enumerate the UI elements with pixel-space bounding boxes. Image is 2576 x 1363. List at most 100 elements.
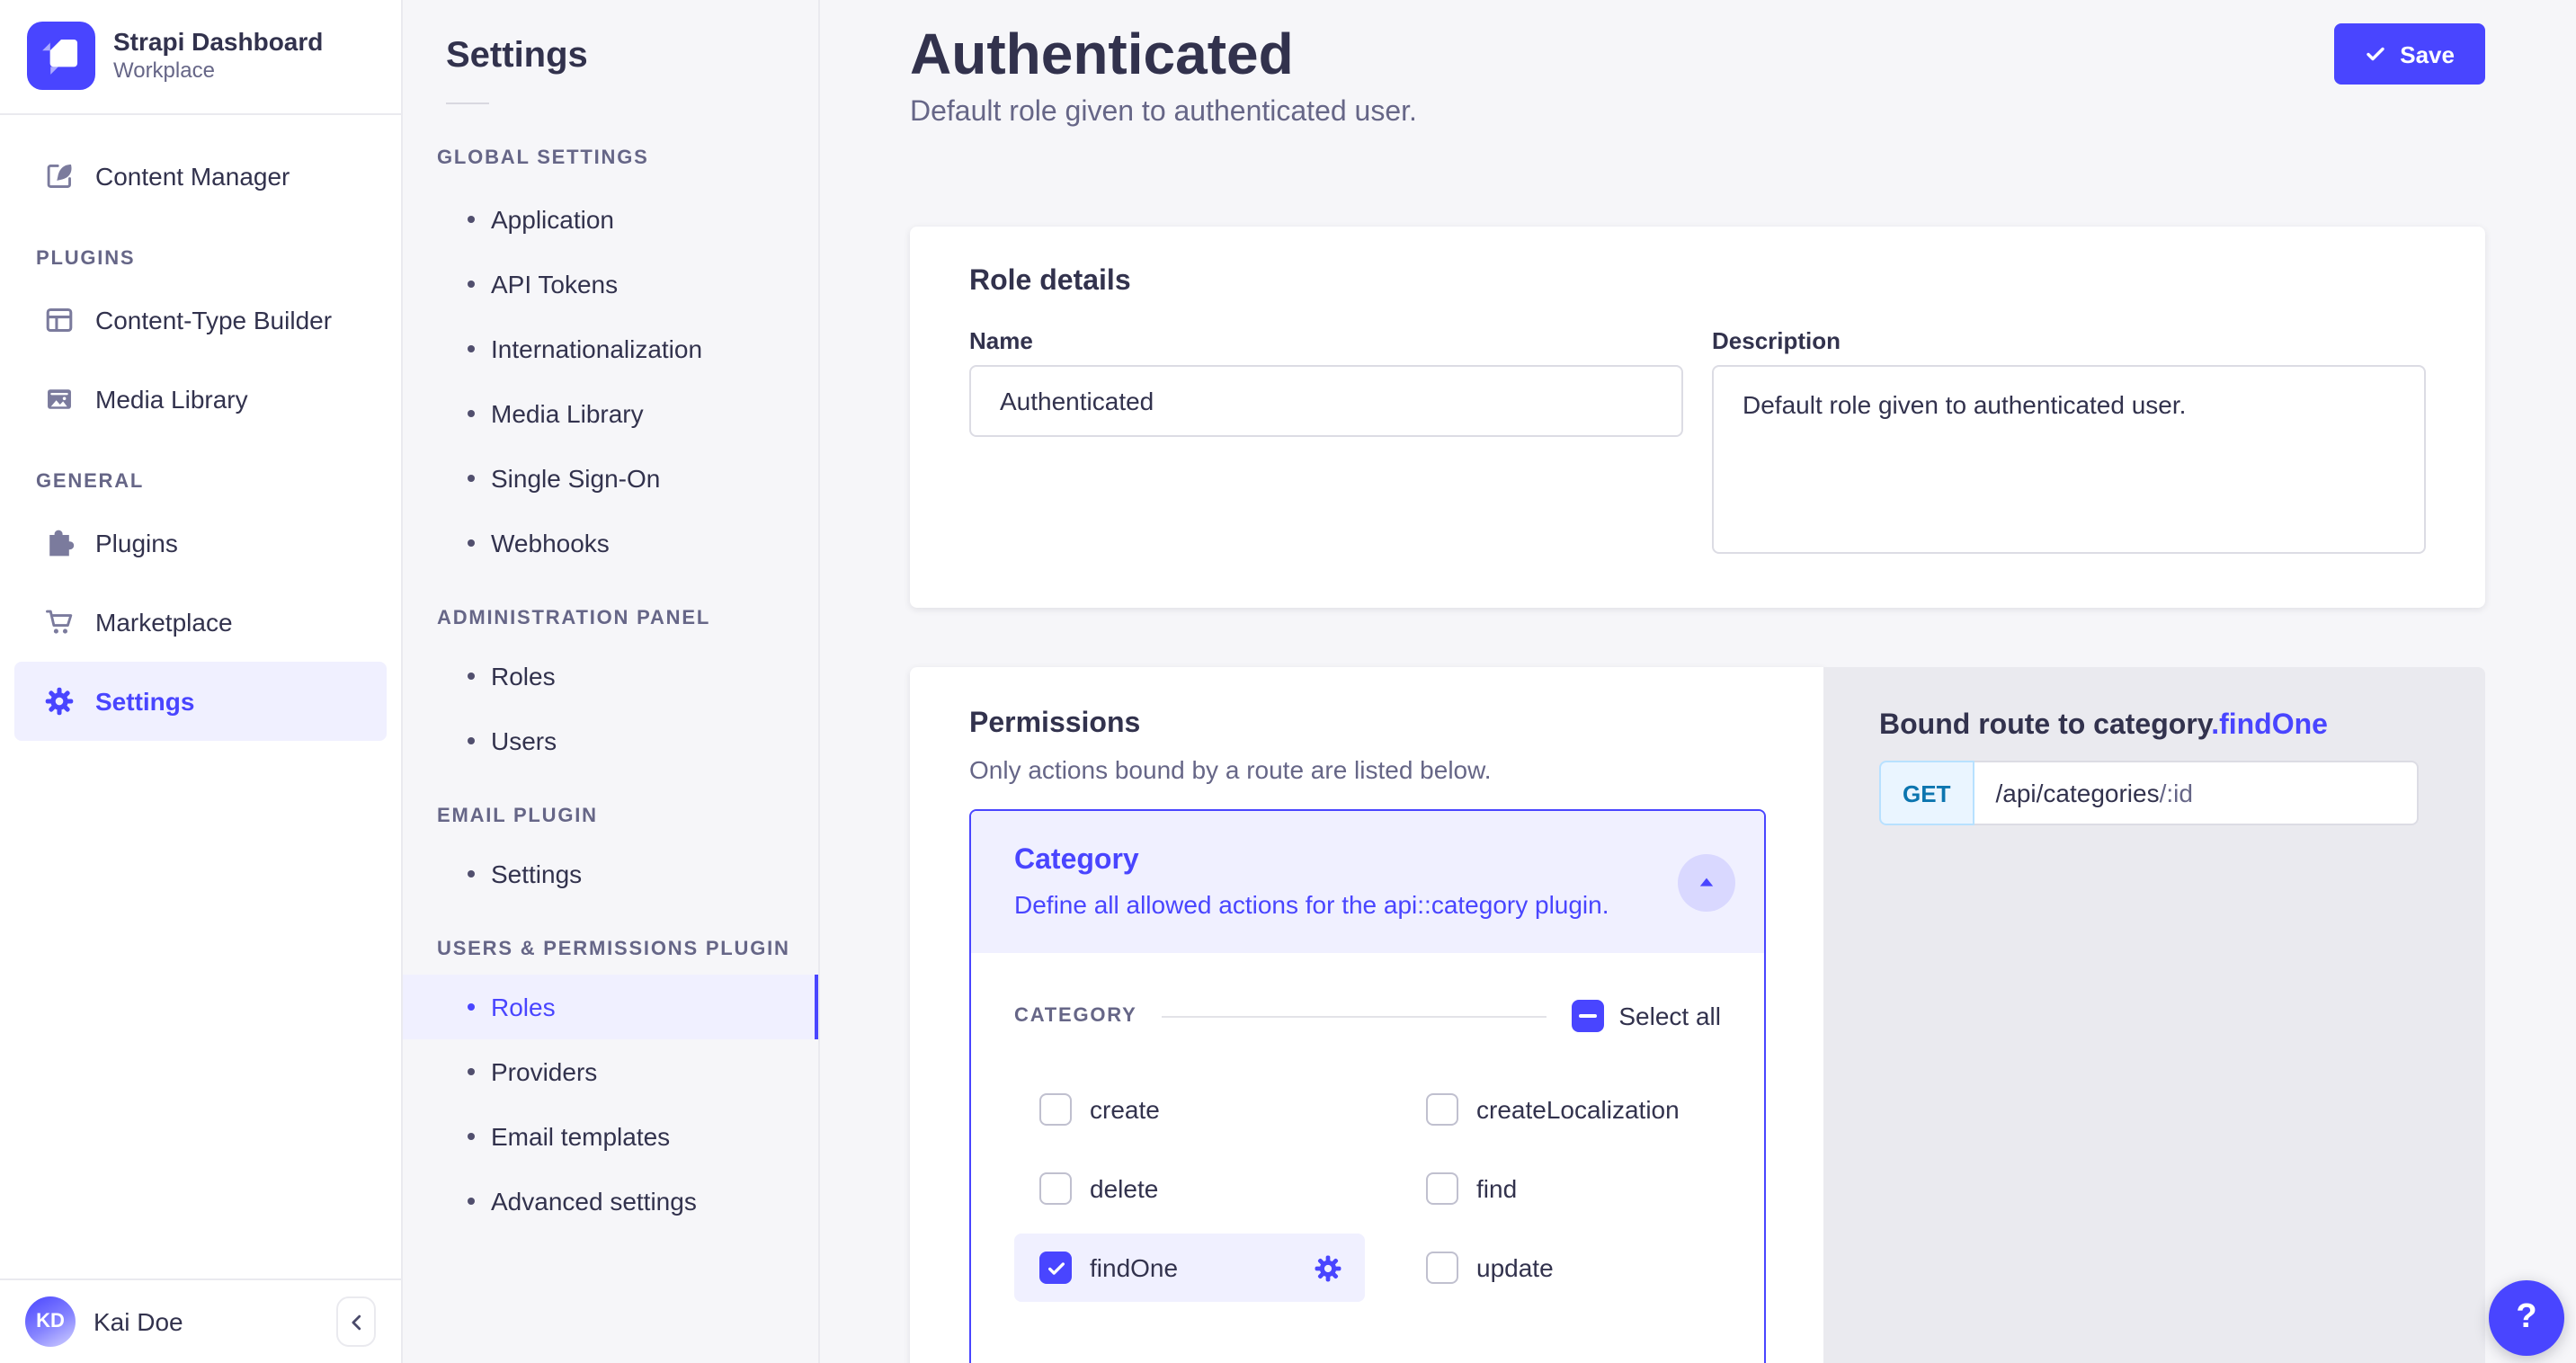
category-accordion-header[interactable]: Category Define all allowed actions for … bbox=[971, 811, 1764, 953]
page-subtitle: Default role given to authenticated user… bbox=[910, 97, 2485, 129]
save-button-label: Save bbox=[2400, 40, 2455, 67]
chevron-up-icon bbox=[1696, 871, 1717, 893]
main-nav: Content Manager PLUGINS Content-Type Bui… bbox=[0, 115, 401, 1278]
subnav-item-admin-users[interactable]: Users bbox=[403, 708, 818, 773]
sidebar-footer: KD Kai Doe bbox=[0, 1278, 401, 1363]
permissions-title: Permissions bbox=[969, 708, 1766, 741]
collapse-sidebar-button[interactable] bbox=[336, 1296, 376, 1347]
bullet-icon bbox=[468, 539, 475, 547]
subnav-item-label: Media Library bbox=[491, 399, 644, 428]
help-button[interactable]: ? bbox=[2489, 1280, 2564, 1356]
findone-settings-button[interactable] bbox=[1313, 1252, 1343, 1283]
name-field-group: Name bbox=[969, 327, 1683, 563]
action-label: findOne bbox=[1090, 1253, 1178, 1282]
select-all-control[interactable]: Select all bbox=[1572, 1000, 1721, 1032]
description-field-group: Description Default role given to authen… bbox=[1712, 327, 2426, 563]
subnav-section-email-plugin: EMAIL PLUGIN bbox=[437, 806, 818, 827]
subnav-section-administration-panel: ADMINISTRATION PANEL bbox=[437, 608, 818, 629]
subnav-item-label: Webhooks bbox=[491, 529, 610, 557]
main-content: Authenticated Save Default role given to… bbox=[820, 0, 2575, 1363]
name-input[interactable] bbox=[969, 365, 1683, 437]
sidebar-section-plugins: PLUGINS bbox=[36, 248, 401, 270]
action-label: createLocalization bbox=[1476, 1095, 1680, 1124]
subnav-item-email-templates[interactable]: Email templates bbox=[403, 1104, 818, 1169]
route-path-base: /api/categories bbox=[1995, 779, 2159, 807]
role-details-title: Role details bbox=[969, 266, 2426, 298]
description-label: Description bbox=[1712, 327, 2426, 354]
action-row-update: update bbox=[1401, 1234, 1721, 1302]
subnav-item-admin-roles[interactable]: Roles bbox=[403, 644, 818, 708]
bullet-icon bbox=[468, 673, 475, 680]
delete-checkbox[interactable] bbox=[1039, 1172, 1072, 1205]
avatar[interactable]: KD bbox=[25, 1296, 76, 1347]
bound-route-panel: Bound route to category.findOne GET /api… bbox=[1823, 667, 2485, 1363]
subnav-item-label: Roles bbox=[491, 993, 556, 1021]
sidebar-item-plugins[interactable]: Plugins bbox=[14, 503, 387, 583]
subnav-item-label: Single Sign-On bbox=[491, 464, 660, 493]
save-button[interactable]: Save bbox=[2333, 23, 2485, 85]
subnav-item-internationalization[interactable]: Internationalization bbox=[403, 316, 818, 381]
bullet-icon bbox=[468, 870, 475, 877]
create-checkbox[interactable] bbox=[1039, 1093, 1072, 1126]
bullet-icon bbox=[468, 345, 475, 352]
sidebar-item-label: Marketplace bbox=[95, 608, 233, 637]
subnav-item-providers[interactable]: Providers bbox=[403, 1039, 818, 1104]
subnav-item-advanced-settings[interactable]: Advanced settings bbox=[403, 1169, 818, 1234]
bullet-icon bbox=[468, 1068, 475, 1075]
bound-route-action: .findOne bbox=[2211, 710, 2328, 741]
select-all-checkbox[interactable] bbox=[1572, 1000, 1604, 1032]
bullet-icon bbox=[468, 1003, 475, 1011]
subnav-section-global-settings: GLOBAL SETTINGS bbox=[437, 147, 818, 169]
subnav-item-api-tokens[interactable]: API Tokens bbox=[403, 252, 818, 316]
subnav-divider bbox=[446, 102, 489, 104]
select-all-label: Select all bbox=[1618, 1002, 1721, 1030]
category-group-header: CATEGORY Select all bbox=[1014, 1000, 1721, 1032]
subnav-item-webhooks[interactable]: Webhooks bbox=[403, 511, 818, 575]
subnav-item-single-sign-on[interactable]: Single Sign-On bbox=[403, 446, 818, 511]
accordion-subtitle: Define all allowed actions for the api::… bbox=[1014, 888, 1609, 921]
bullet-icon bbox=[468, 281, 475, 288]
http-method-badge: GET bbox=[1879, 761, 1974, 825]
sidebar-item-label: Content Manager bbox=[95, 162, 290, 191]
route-path-param: /:id bbox=[2160, 779, 2193, 807]
sidebar-item-content-manager[interactable]: Content Manager bbox=[14, 137, 387, 216]
sidebar-item-settings[interactable]: Settings bbox=[14, 662, 387, 741]
route-display: GET /api/categories/:id bbox=[1879, 761, 2419, 825]
workspace-switcher[interactable]: Strapi Dashboard Workplace bbox=[0, 0, 401, 115]
workspace-name: Workplace bbox=[113, 58, 323, 85]
bullet-icon bbox=[468, 475, 475, 482]
sidebar-item-label: Plugins bbox=[95, 529, 178, 557]
update-checkbox[interactable] bbox=[1426, 1252, 1458, 1284]
sidebar-section-general: GENERAL bbox=[36, 471, 401, 493]
bullet-icon bbox=[468, 1133, 475, 1140]
subnav-item-label: Settings bbox=[491, 860, 582, 888]
check-icon bbox=[2364, 43, 2385, 65]
content-type-builder-icon bbox=[43, 304, 76, 336]
accordion-title: Category bbox=[1014, 843, 1609, 879]
createlocalization-checkbox[interactable] bbox=[1426, 1093, 1458, 1126]
findone-checkbox[interactable] bbox=[1039, 1252, 1072, 1284]
cart-icon bbox=[43, 606, 76, 638]
actions-grid: create createLocalization delete bbox=[1014, 1075, 1721, 1302]
bullet-icon bbox=[468, 1198, 475, 1205]
subnav-item-application[interactable]: Application bbox=[403, 187, 818, 252]
action-row-findone[interactable]: findOne bbox=[1014, 1234, 1365, 1302]
puzzle-icon bbox=[43, 527, 76, 559]
subnav-item-media-library[interactable]: Media Library bbox=[403, 381, 818, 446]
action-row-delete: delete bbox=[1014, 1154, 1401, 1223]
sidebar-item-marketplace[interactable]: Marketplace bbox=[14, 583, 387, 662]
subnav-item-label: Roles bbox=[491, 662, 556, 690]
collapse-accordion-button[interactable] bbox=[1678, 853, 1735, 911]
sidebar-item-media-library[interactable]: Media Library bbox=[14, 360, 387, 439]
category-group-label: CATEGORY bbox=[1014, 1005, 1137, 1027]
strapi-logo-icon bbox=[27, 22, 95, 90]
subnav-item-email-settings[interactable]: Settings bbox=[403, 842, 818, 906]
sidebar-item-content-type-builder[interactable]: Content-Type Builder bbox=[14, 281, 387, 360]
subnav-item-up-roles[interactable]: Roles bbox=[403, 975, 818, 1039]
find-checkbox[interactable] bbox=[1426, 1172, 1458, 1205]
permissions-section: Permissions Only actions bound by a rout… bbox=[910, 667, 2485, 1363]
subnav-item-label: Internationalization bbox=[491, 334, 702, 363]
user-name: Kai Doe bbox=[94, 1307, 318, 1336]
page-header: Authenticated Save Default role given to… bbox=[820, 0, 2575, 129]
description-textarea[interactable]: Default role given to authenticated user… bbox=[1712, 365, 2426, 554]
